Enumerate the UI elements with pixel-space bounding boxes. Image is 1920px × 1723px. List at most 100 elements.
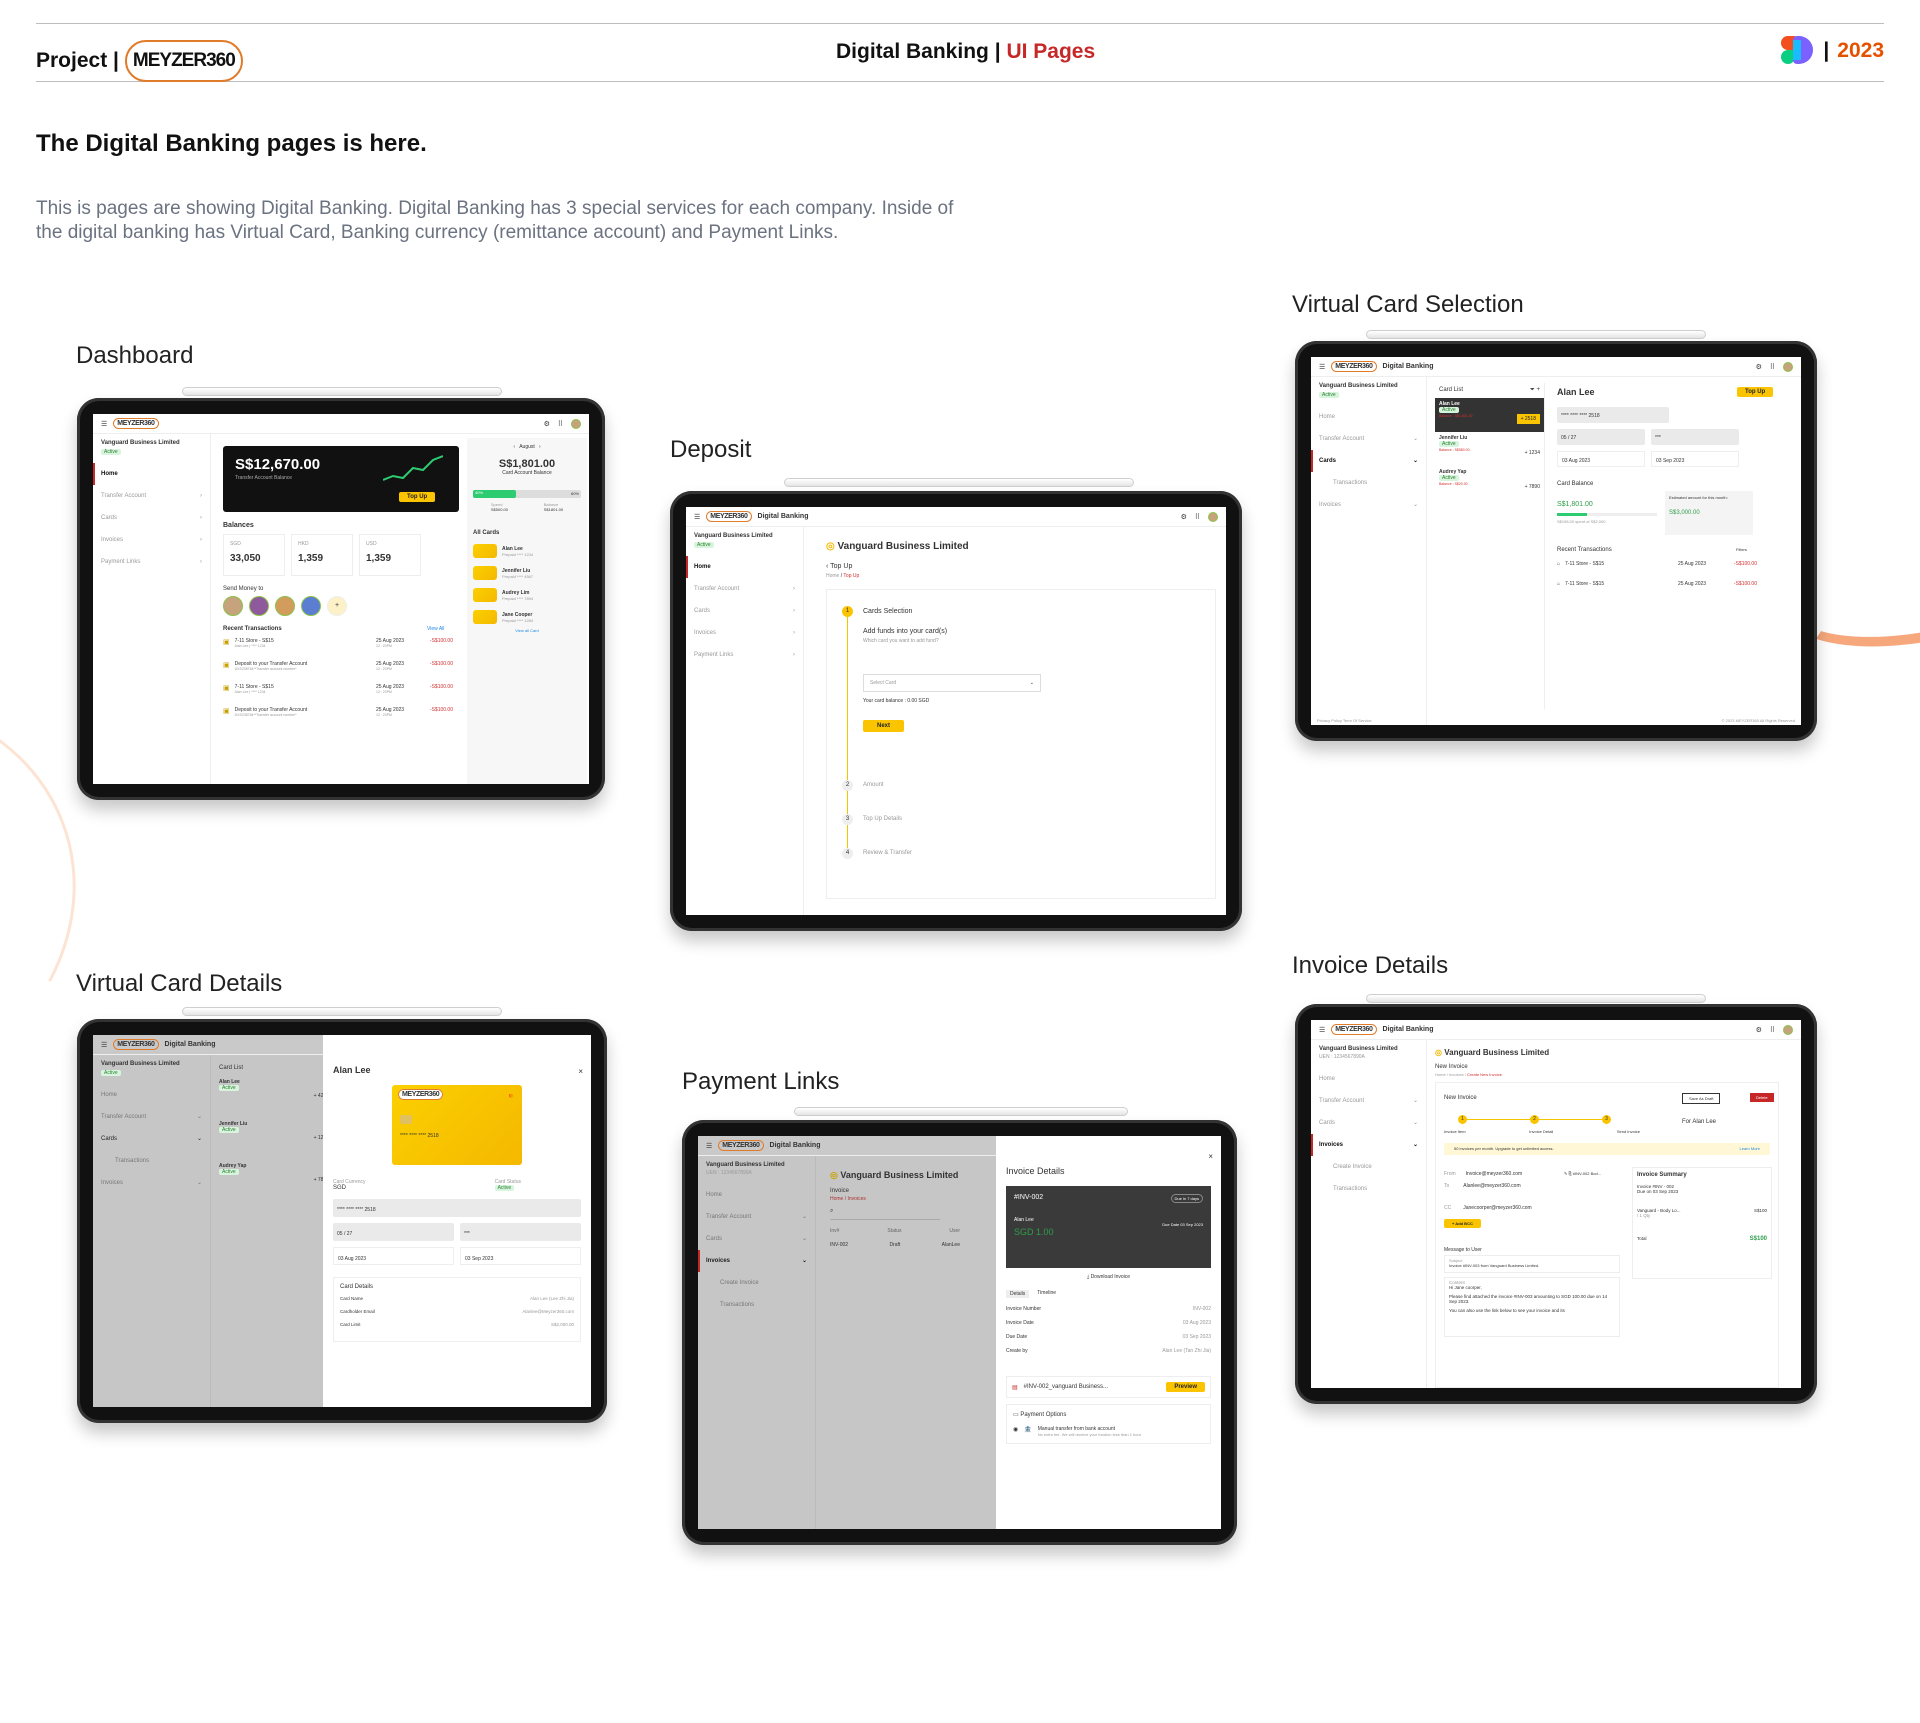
avatar[interactable]: [1208, 511, 1218, 522]
menu-icon[interactable]: ☰: [101, 1041, 107, 1049]
select-card-dropdown[interactable]: Select Card ⌄: [863, 674, 1041, 692]
table-row[interactable]: ▣ 7-11 Store - S$15 Alan Lee | **** 1234 25…: [223, 638, 453, 661]
to-field[interactable]: Alanlee@meyzer360.com: [1463, 1183, 1520, 1189]
from-field[interactable]: Invoice@meyzer360.com: [1466, 1171, 1523, 1177]
table-row[interactable]: ⌂ 7-11 Store - S$15 25 Aug 2023 -S$100.00: [1557, 581, 1757, 601]
gear-icon[interactable]: ⚙: [544, 420, 550, 428]
avatar[interactable]: [571, 418, 581, 429]
close-icon[interactable]: ×: [578, 1067, 583, 1076]
sidebar-item-cards[interactable]: Cards ⌄: [1311, 450, 1418, 472]
sidebar-item-cards[interactable]: Cards ⌄: [101, 1128, 202, 1150]
table-row[interactable]: ▣ Deposit to your Transfer Account DXS2387…: [223, 661, 453, 684]
sidebar-item-home[interactable]: Home: [1319, 406, 1418, 428]
delete-button[interactable]: Delete: [1750, 1093, 1774, 1102]
save-draft-button[interactable]: Save As Draft: [1682, 1093, 1721, 1104]
sidebar-subitem-transactions[interactable]: Transactions: [101, 1150, 202, 1172]
list-item[interactable]: Jane Cooper Prepaid **** 1284: [473, 610, 581, 624]
back-link[interactable]: ‹ Top Up: [826, 563, 852, 570]
filters-button[interactable]: Filters: [1736, 547, 1747, 552]
menu-icon[interactable]: ☰: [101, 420, 107, 428]
topup-button[interactable]: Top Up: [1737, 387, 1774, 397]
sidebar-item-home[interactable]: Home: [686, 556, 795, 578]
currency-card[interactable]: USD 1,359: [359, 534, 421, 576]
close-icon[interactable]: ×: [1208, 1152, 1213, 1161]
sidebar-item-cards[interactable]: Cards ›: [694, 600, 795, 622]
view-all-link[interactable]: View All: [427, 626, 444, 632]
menu-icon[interactable]: ☰: [694, 513, 700, 521]
avatar[interactable]: [1783, 1024, 1793, 1035]
gear-icon[interactable]: ⚙: [1756, 1026, 1762, 1034]
list-item[interactable]: Alan Lee Active Balance : S$1,801.00 + 2518: [1435, 398, 1544, 432]
sidebar-item-payment-links[interactable]: Payment Links ›: [694, 644, 795, 666]
avatar[interactable]: [1783, 361, 1793, 372]
sidebar-subitem-create-invoice[interactable]: Create Invoice: [1319, 1156, 1418, 1178]
card-number-field[interactable]: **** **** **** 2518: [333, 1199, 581, 1217]
grid-icon[interactable]: ⠿: [1770, 1026, 1775, 1034]
grid-icon[interactable]: ⠿: [1770, 363, 1775, 371]
list-item[interactable]: Audrey Lim Prepaid **** 7894: [473, 588, 581, 602]
sidebar-subitem-transactions[interactable]: Transactions: [1319, 472, 1418, 494]
list-item[interactable]: Jennifer Liu Active + 1234: [219, 1121, 329, 1155]
list-item[interactable]: Audrey Yap Active Balance : S$20.00 + 7890: [1435, 466, 1544, 500]
sidebar-item-home[interactable]: Home: [93, 463, 202, 485]
sidebar-item-home[interactable]: Home: [706, 1184, 807, 1206]
sidebar-item-invoices[interactable]: Invoices ›: [694, 622, 795, 644]
radio-icon[interactable]: ◉: [1013, 1426, 1018, 1437]
list-item[interactable]: Audrey Yap Active + 7894: [219, 1163, 329, 1197]
avatar[interactable]: [223, 596, 243, 616]
filter-add-icon[interactable]: ⏷ +: [1530, 387, 1540, 394]
footer-links[interactable]: Privacy Policy Term Of Service: [1317, 718, 1372, 723]
sidebar-item-invoices[interactable]: Invoices ⌄: [698, 1250, 807, 1272]
sidebar-subitem-transactions[interactable]: Transactions: [1319, 1178, 1418, 1200]
search-icon[interactable]: ⌕: [830, 1208, 940, 1220]
topup-button[interactable]: Top Up: [399, 492, 436, 502]
sidebar-item-home[interactable]: Home: [101, 1084, 202, 1106]
sidebar-item-transfer[interactable]: Transfer Account ⌄: [101, 1106, 202, 1128]
preview-button[interactable]: Preview: [1166, 1382, 1205, 1392]
subject-input[interactable]: Subject Invoice #INV-003 from Vanguard Bu…: [1444, 1255, 1620, 1273]
sidebar-subitem-create-invoice[interactable]: Create Invoice: [706, 1272, 807, 1294]
add-recipient-icon[interactable]: +: [327, 596, 347, 616]
content-textarea[interactable]: Content Hi Jane coorper, Please find att…: [1444, 1277, 1620, 1337]
breadcrumb-home[interactable]: Home: [826, 573, 839, 579]
sidebar-item-cards[interactable]: Cards ⌄: [706, 1228, 807, 1250]
sidebar-item-cards[interactable]: Cards ›: [101, 507, 202, 529]
sidebar-item-invoices[interactable]: Invoices ⌄: [1319, 494, 1418, 516]
avatar[interactable]: [249, 596, 269, 616]
add-bcc-button[interactable]: + Add BCC: [1444, 1219, 1481, 1228]
currency-card[interactable]: HKD 1,359: [291, 534, 353, 576]
grid-icon[interactable]: ⠿: [1195, 513, 1200, 521]
attachment-chip[interactable]: ✎ ⎘ #INV-002 Bod...: [1564, 1171, 1601, 1176]
tab-details[interactable]: Details: [1006, 1290, 1030, 1298]
gear-icon[interactable]: ⚙: [1756, 363, 1762, 371]
learn-more-link[interactable]: Learn More: [1740, 1146, 1760, 1151]
table-row[interactable]: ⌂ 7-11 Store - S$15 25 Aug 2023 -S$100.00: [1557, 561, 1757, 581]
table-row[interactable]: ▣ 7-11 Store - S$15 Alan Lee | **** 1234 25…: [223, 684, 453, 707]
table-row[interactable]: INV-002 Draft AlanLee: [830, 1242, 960, 1248]
grid-icon[interactable]: ⠿: [558, 420, 563, 428]
breadcrumb[interactable]: Home / Invoices: [830, 1196, 866, 1202]
list-item[interactable]: Jennifer Liu Active Balance : S$580.00 + 12…: [1435, 432, 1544, 466]
list-item[interactable]: Alan Lee Prepaid **** 1234: [473, 544, 581, 558]
tab-timeline[interactable]: Timeline: [1037, 1290, 1056, 1298]
cvv-field[interactable]: ***: [460, 1223, 581, 1241]
sidebar-item-home[interactable]: Home: [1319, 1068, 1418, 1090]
currency-card[interactable]: SGD 33,050: [223, 534, 285, 576]
sidebar-subitem-transactions[interactable]: Transactions: [706, 1294, 807, 1316]
sidebar-item-invoices[interactable]: Invoices ⌄: [1311, 1134, 1418, 1156]
sidebar-item-invoices[interactable]: Invoices ⌄: [101, 1172, 202, 1194]
cc-field[interactable]: Janecoorper@meyzer360.com: [1463, 1205, 1531, 1211]
sidebar-item-transfer[interactable]: Transfer Account ⌄: [706, 1206, 807, 1228]
menu-icon[interactable]: ☰: [1319, 363, 1325, 371]
card-number-field[interactable]: **** **** **** 2518: [1557, 407, 1669, 423]
menu-icon[interactable]: ☰: [1319, 1026, 1325, 1034]
view-all-card-link[interactable]: View all Card: [473, 628, 581, 633]
payment-option-manual[interactable]: ◉ 🏦 Manual transfer from bank account No e…: [1013, 1426, 1204, 1437]
sidebar-item-transfer[interactable]: Transfer Account ›: [694, 578, 795, 600]
cvv-field[interactable]: ***: [1651, 429, 1739, 445]
avatar[interactable]: [301, 596, 321, 616]
gear-icon[interactable]: ⚙: [1181, 513, 1187, 521]
month-selector[interactable]: ‹ August ›: [473, 444, 581, 450]
sidebar-item-transfer[interactable]: Transfer Account ›: [101, 485, 202, 507]
list-item[interactable]: Alan Lee Active + 4295: [219, 1079, 329, 1113]
